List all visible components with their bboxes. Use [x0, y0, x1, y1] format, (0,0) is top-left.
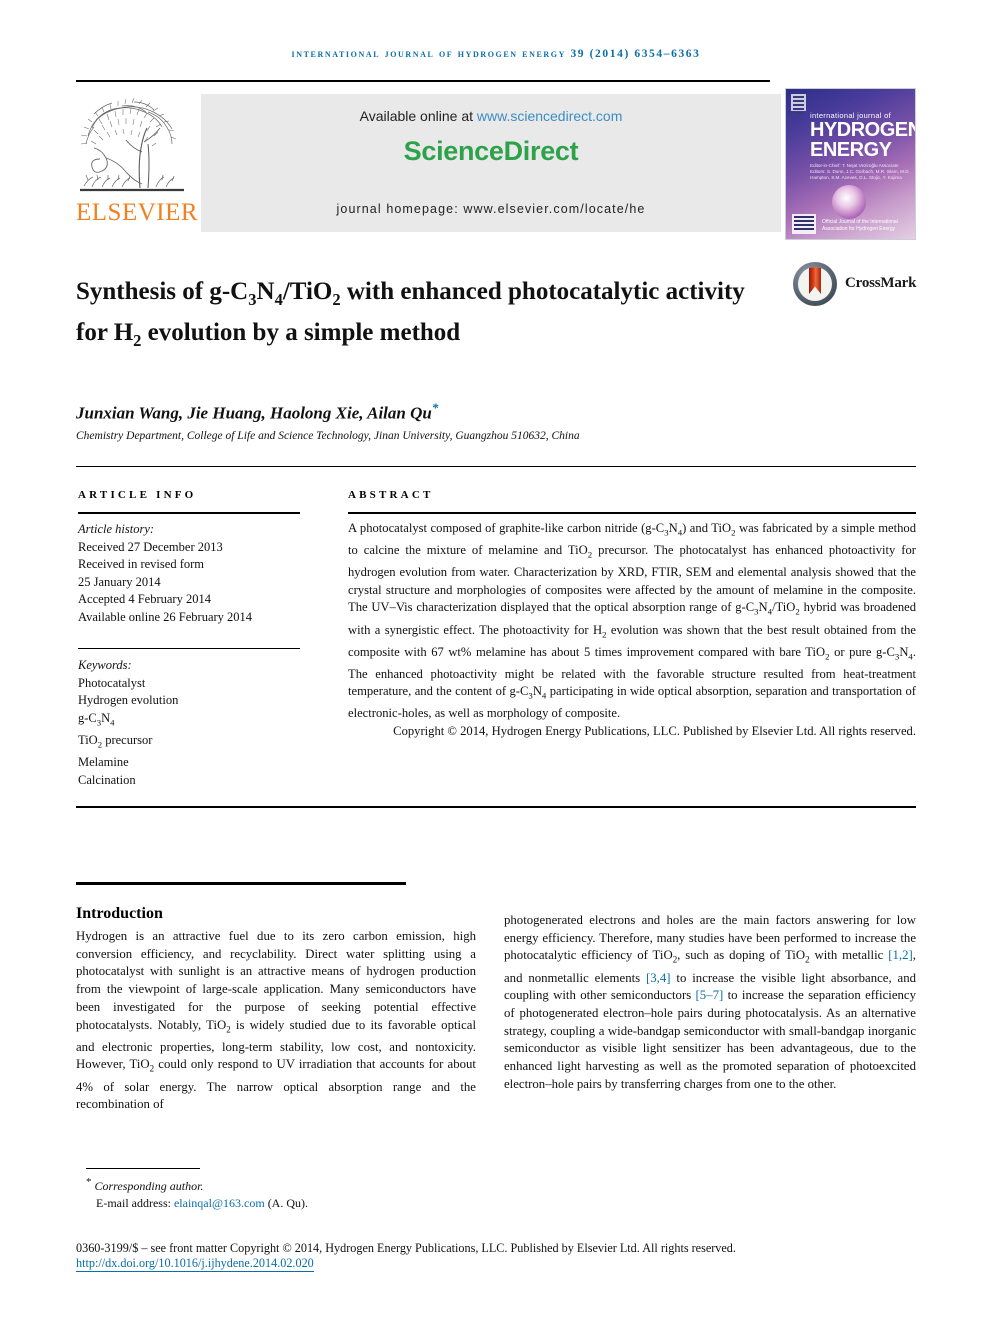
keyword-item: Hydrogen evolution [78, 693, 179, 708]
page-title: Synthesis of g-C3N4/TiO2 with enhanced p… [76, 275, 776, 357]
footnote-star: * [86, 1176, 92, 1188]
title-seg-e: evolution by a simple method [141, 318, 461, 346]
email-label: E-mail address: [96, 1196, 174, 1210]
footnote-email-line: E-mail address: elainqal@163.com (A. Qu)… [86, 1195, 486, 1212]
abstract-copyright: Copyright © 2014, Hydrogen Energy Public… [393, 724, 916, 739]
title-seg-a: Synthesis of g-C [76, 277, 249, 305]
abstract-bottom-divider [76, 806, 916, 808]
corresponding-author-marker: * [431, 400, 439, 415]
paper-page: International Journal of Hydrogen Energy… [0, 0, 992, 1323]
keywords-block: Keywords: Photocatalyst Hydrogen evoluti… [78, 657, 313, 789]
crossmark-ribbon-icon [809, 267, 821, 294]
footer-copyright: 0360-3199/$ – see front matter Copyright… [76, 1241, 736, 1255]
abstract-body: A photocatalyst composed of graphite-lik… [348, 520, 916, 741]
keyword-item: TiO2 precursor [78, 732, 153, 750]
article-history-item: Available online 26 February 2014 [78, 609, 253, 624]
cover-orb-graphic [832, 185, 866, 219]
introduction-heading: Introduction [76, 905, 163, 923]
header-divider [76, 80, 770, 82]
article-history-item: 25 January 2014 [78, 574, 161, 589]
keyword-item: g-C3N4 [78, 710, 115, 728]
citation-link[interactable]: [5–7] [696, 988, 724, 1002]
keywords-divider [78, 648, 300, 649]
author-names: Junxian Wang, Jie Huang, Haolong Xie, Ai… [76, 403, 432, 423]
sciencedirect-brand: ScienceDirect [403, 136, 579, 166]
article-history-item: Accepted 4 February 2014 [78, 592, 211, 607]
journal-cover-thumbnail: international journal of HYDROGEN ENERGY… [785, 88, 916, 240]
elsevier-tree-icon [80, 97, 184, 192]
title-sub-2: 4 [274, 289, 283, 309]
footnote-corresponding: * Corresponding author. [86, 1174, 486, 1195]
article-info-heading: ARTICLE INFO [78, 489, 197, 501]
footnote-block: * Corresponding author. E-mail address: … [86, 1174, 486, 1212]
crossmark-inner-disc [798, 267, 832, 301]
author-list: Junxian Wang, Jie Huang, Haolong Xie, Ai… [76, 400, 776, 424]
intro-paragraph-right: photogenerated electrons and holes are t… [504, 913, 917, 1091]
doi-link[interactable]: http://dx.doi.org/10.1016/j.ijhydene.201… [76, 1256, 314, 1272]
available-online-prefix: Available online at [359, 108, 477, 124]
masthead: ELSEVIER Available online at www.science… [76, 88, 916, 240]
article-history-item: Received 27 December 2013 [78, 539, 223, 554]
title-seg-c: /TiO [282, 277, 333, 305]
sciencedirect-panel: Available online at www.sciencedirect.co… [201, 94, 781, 232]
citation-link[interactable]: [1,2] [888, 948, 913, 962]
crossmark-label: CrossMark [845, 275, 917, 291]
title-sub-3: 2 [332, 289, 341, 309]
available-online-line: Available online at www.sciencedirect.co… [201, 108, 781, 124]
journal-homepage-line[interactable]: journal homepage: www.elsevier.com/locat… [201, 202, 781, 216]
keyword-item: Calcination [78, 772, 136, 787]
article-history-item: Received in revised form [78, 557, 204, 572]
abstract-divider [348, 512, 916, 514]
cover-title-line2: ENERGY [810, 139, 892, 161]
intro-paragraph-left: Hydrogen is an attractive fuel due to it… [76, 929, 476, 1112]
introduction-rule [76, 882, 406, 885]
article-history-block: Article history: Received 27 December 20… [78, 521, 313, 627]
affiliation: Chemistry Department, College of Life an… [76, 430, 580, 442]
cover-elsevier-mark-icon [791, 94, 806, 114]
crossmark-badge[interactable]: CrossMark [793, 262, 917, 308]
keyword-item: Melamine [78, 754, 129, 769]
cover-iahe-logo-icon [792, 214, 816, 234]
cover-title-line1: HYDROGEN [810, 119, 916, 141]
crossmark-circle-icon [793, 262, 837, 306]
article-history-label: Article history: [78, 522, 155, 536]
cover-footer-text: Official Journal of the International As… [822, 219, 898, 232]
body-column-right: photogenerated electrons and holes are t… [504, 912, 916, 1094]
footnote-corresponding-text: Corresponding author. [94, 1179, 204, 1193]
title-sub-1: 3 [248, 289, 257, 309]
keyword-item: Photocatalyst [78, 675, 146, 690]
email-suffix: (A. Qu). [264, 1196, 309, 1210]
abstract-heading: ABSTRACT [348, 489, 434, 501]
abstract-paragraph: A photocatalyst composed of graphite-lik… [348, 521, 917, 721]
elsevier-logo: ELSEVIER [76, 88, 199, 236]
footnote-rule [86, 1168, 200, 1169]
citation-link[interactable]: [3,4] [646, 971, 671, 985]
cover-editors: Editor-in-Chief: T. Nejat Veziroğlu Asso… [810, 163, 910, 180]
sciencedirect-link[interactable]: www.sciencedirect.com [477, 108, 623, 124]
elsevier-wordmark: ELSEVIER [76, 199, 199, 226]
keywords-label: Keywords: [78, 658, 132, 672]
journal-running-head: International Journal of Hydrogen Energy… [291, 48, 701, 60]
body-column-left: Hydrogen is an attractive fuel due to it… [76, 928, 476, 1114]
email-link[interactable]: elainqal@163.com [174, 1196, 265, 1210]
article-info-divider [78, 512, 300, 514]
title-seg-b: N [256, 277, 275, 305]
authors-divider [76, 466, 916, 467]
